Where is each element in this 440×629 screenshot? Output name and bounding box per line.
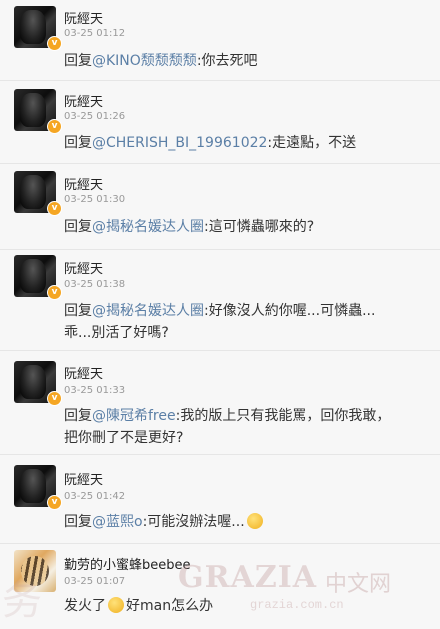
mention-link[interactable]: @KINO颓颓颓颓	[92, 53, 197, 69]
commenter-name[interactable]: 阮經天	[64, 258, 103, 277]
comment-time: 03-25 01:30	[64, 194, 126, 205]
verified-badge-icon: v	[47, 391, 62, 406]
mention-link[interactable]: @揭秘名媛达人圈	[92, 219, 204, 235]
verified-badge-icon: v	[47, 36, 62, 51]
comment-time: 03-25 01:38	[64, 279, 126, 290]
comment-text: 发火了 好man怎么办	[64, 597, 214, 614]
sweat-emoji-icon	[246, 513, 263, 529]
commenter-name[interactable]: 阮經天	[64, 174, 103, 193]
commenter-name[interactable]: 阮經天	[64, 363, 103, 382]
verified-badge-icon: v	[47, 285, 62, 300]
comment-time: 03-25 01:42	[64, 491, 126, 502]
comment-text: 回复@揭秘名媛达人圈:這可憐蟲哪來的?	[64, 219, 315, 235]
comment-time: 03-25 01:07	[64, 576, 126, 587]
verified-badge-icon: v	[47, 119, 62, 134]
commenter-name[interactable]: 阮經天	[64, 91, 103, 110]
comment-item: v 阮經天 03-25 01:12 回复@KINO颓颓颓颓:你去死吧	[0, 0, 440, 81]
mention-link[interactable]: @蓝熙o	[92, 514, 143, 530]
comment-item: v 阮經天 03-25 01:42 回复@蓝熙o:可能沒辦法喔...	[0, 455, 440, 544]
avatar[interactable]	[14, 550, 56, 592]
comment-text: 回复@KINO颓颓颓颓:你去死吧	[64, 53, 258, 69]
comment-time: 03-25 01:12	[64, 28, 126, 39]
comment-text: 回复@蓝熙o:可能沒辦法喔...	[64, 511, 430, 533]
verified-badge-icon: v	[47, 201, 62, 216]
angry-emoji-icon	[108, 597, 124, 613]
commenter-name[interactable]: 阮經天	[64, 8, 103, 27]
comment-item: v 阮經天 03-25 01:33 回复@陳冠希free:我的版上只有我能罵，回…	[0, 351, 440, 455]
commenter-name[interactable]: 勤劳的小蜜蜂beebee	[64, 554, 191, 573]
commenter-name[interactable]: 阮經天	[64, 469, 103, 488]
comment-item: 勤劳的小蜜蜂beebee 03-25 01:07 发火了 好man怎么办	[0, 544, 440, 629]
mention-link[interactable]: @CHERISH_BI_19961022	[92, 135, 267, 151]
comment-time: 03-25 01:26	[64, 111, 126, 122]
comment-text: 回复@揭秘名媛达人圈:好像沒人約你喔...可憐蟲... 乖...別活了好嗎?	[64, 303, 376, 341]
mention-link[interactable]: @陳冠希free	[92, 408, 176, 424]
comment-text: 回复@陳冠希free:我的版上只有我能罵，回你我敢， 把你刪了不是更好?	[64, 408, 391, 446]
comment-text: 回复@CHERISH_BI_19961022:走遠點，不送	[64, 135, 357, 151]
comment-item: v 阮經天 03-25 01:38 回复@揭秘名媛达人圈:好像沒人約你喔...可…	[0, 250, 440, 351]
comment-item: v 阮經天 03-25 01:26 回复@CHERISH_BI_19961022…	[0, 81, 440, 164]
comment-feed: v 阮經天 03-25 01:12 回复@KINO颓颓颓颓:你去死吧 v 阮經天…	[0, 0, 440, 629]
comment-item: v 阮經天 03-25 01:30 回复@揭秘名媛达人圈:這可憐蟲哪來的?	[0, 164, 440, 250]
verified-badge-icon: v	[47, 495, 62, 510]
comment-time: 03-25 01:33	[64, 385, 126, 396]
mention-link[interactable]: @揭秘名媛达人圈	[92, 303, 204, 319]
